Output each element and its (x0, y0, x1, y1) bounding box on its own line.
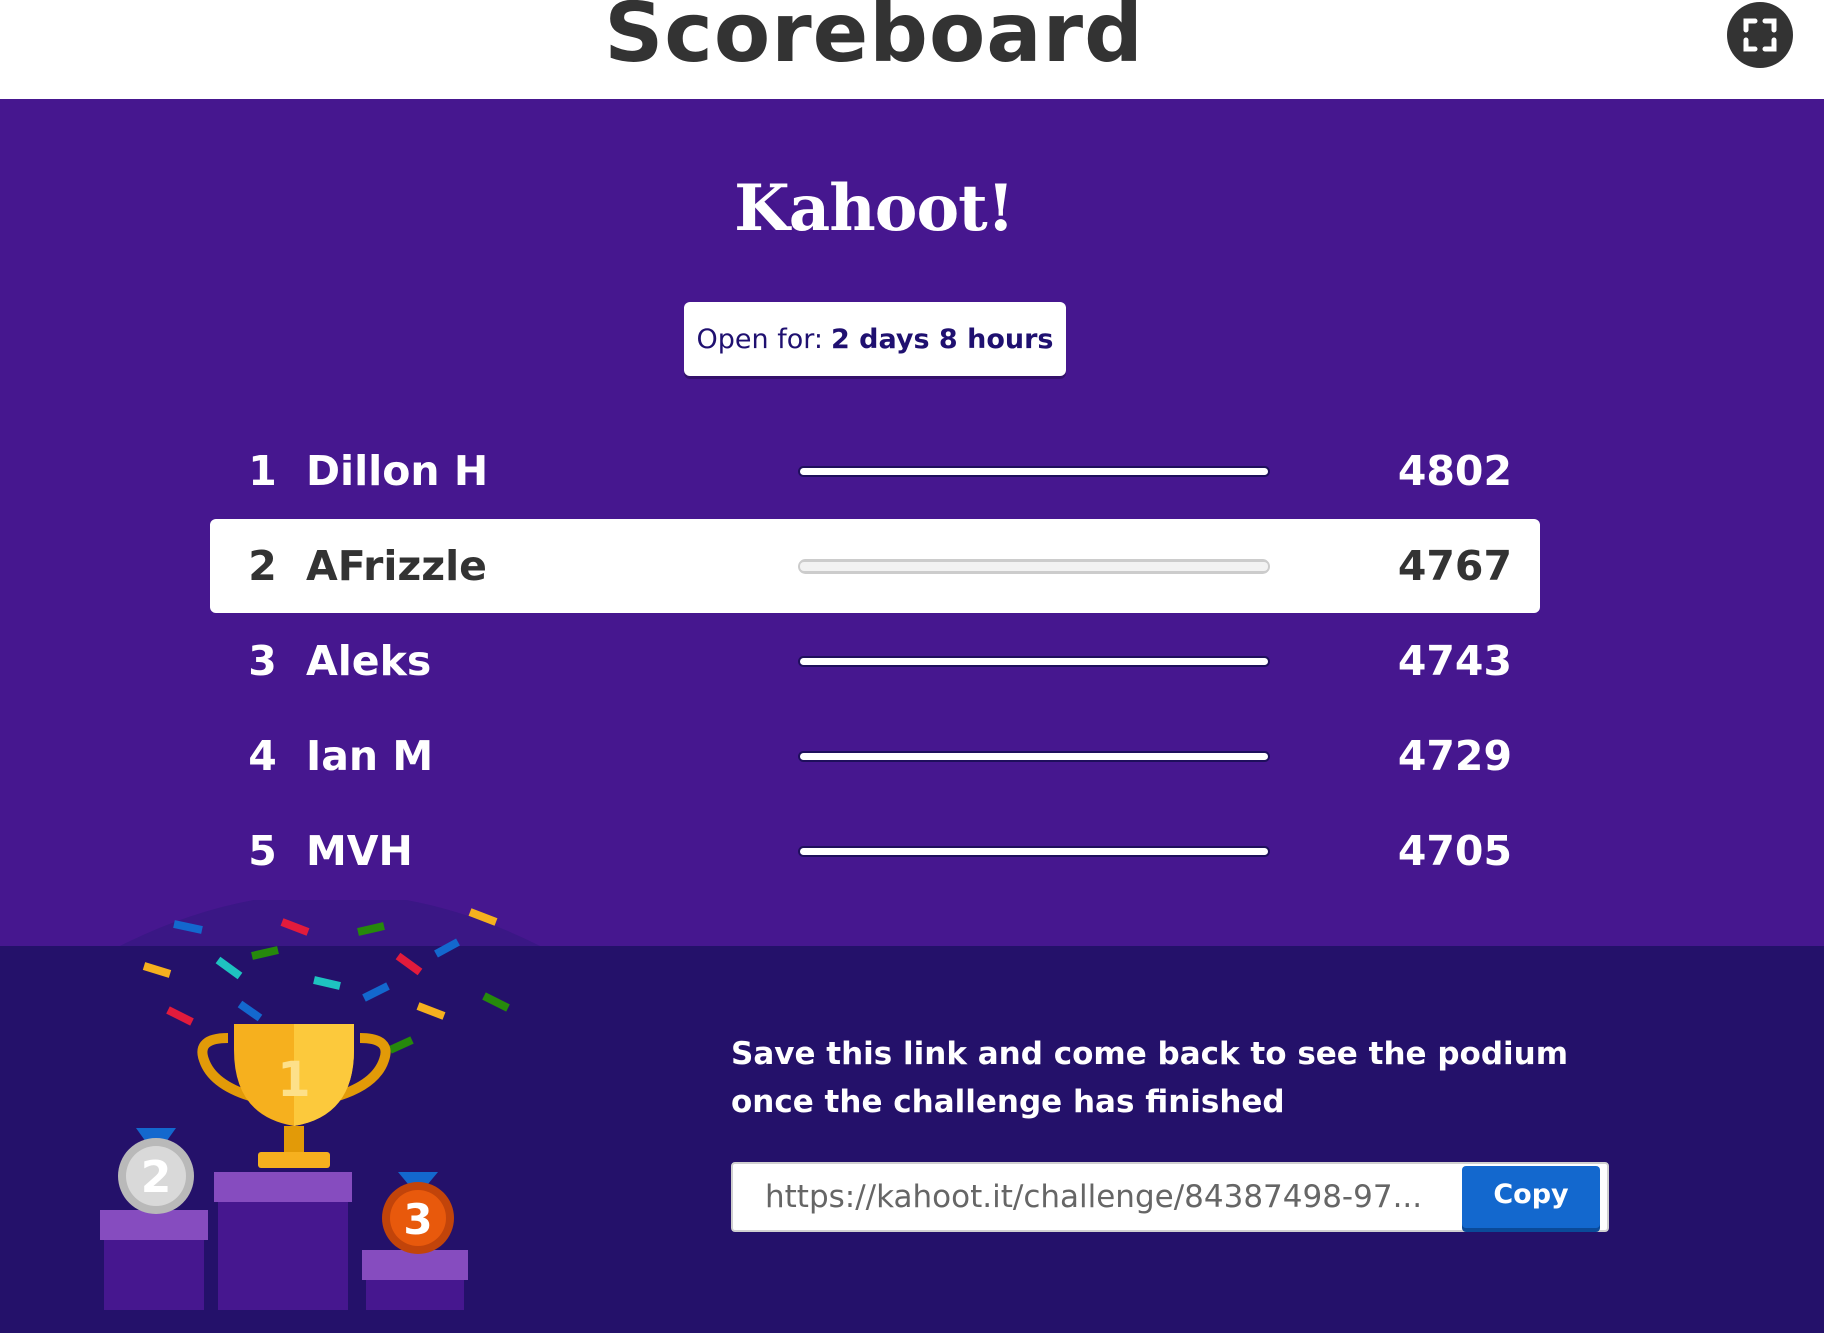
player-rank: 2 (248, 542, 277, 590)
svg-text:3: 3 (403, 1195, 432, 1244)
fullscreen-button[interactable] (1727, 2, 1793, 68)
player-score: 4802 (1397, 447, 1512, 495)
player-rank: 3 (248, 637, 277, 685)
player-name: AFrizzle (306, 542, 487, 590)
bronze-medal-icon: 3 (382, 1172, 454, 1254)
podium-first (214, 1172, 352, 1310)
leaderboard-row: 5 MVH 4705 (210, 804, 1540, 898)
player-name: MVH (306, 827, 413, 875)
trophy-icon: 1 (197, 1024, 391, 1168)
svg-text:1: 1 (277, 1052, 310, 1108)
copy-button[interactable]: Copy (1462, 1166, 1600, 1228)
open-duration-badge: Open for: 2 days 8 hours (684, 302, 1066, 376)
podium-second (100, 1210, 208, 1310)
top-bar: Scoreboard (0, 0, 1824, 99)
score-bar-fill (800, 468, 1268, 475)
player-rank: 1 (248, 447, 277, 495)
svg-text:2: 2 (141, 1152, 172, 1203)
podium-illustration: 1 2 3 (100, 900, 540, 1310)
player-name: Dillon H (306, 447, 489, 495)
leaderboard-row: 1 Dillon H 4802 (210, 424, 1540, 518)
player-score: 4705 (1397, 827, 1512, 875)
leaderboard-row: 2 AFrizzle 4767 (210, 519, 1540, 613)
player-name: Aleks (306, 637, 432, 685)
player-score: 4767 (1397, 542, 1512, 590)
score-bar-fill (800, 562, 1268, 571)
silver-medal-icon: 2 (118, 1128, 194, 1214)
podium-message: Save this link and come back to see the … (731, 1036, 1568, 1120)
score-bar (798, 559, 1270, 574)
podium-third (362, 1250, 468, 1310)
leaderboard-row: 4 Ian M 4729 (210, 709, 1540, 803)
player-rank: 4 (248, 732, 277, 780)
score-bar (798, 466, 1270, 477)
score-bar-fill (800, 658, 1268, 665)
player-name: Ian M (306, 732, 434, 780)
score-bar-fill (800, 848, 1268, 855)
score-bar-fill (800, 753, 1268, 760)
player-score: 4729 (1397, 732, 1512, 780)
player-rank: 5 (248, 827, 277, 875)
score-bar (798, 656, 1270, 667)
player-score: 4743 (1397, 637, 1512, 685)
open-duration-label: Open for: (696, 323, 823, 355)
fullscreen-icon (1743, 18, 1777, 52)
challenge-link-text[interactable]: https://kahoot.it/challenge/84387498-97.… (765, 1164, 1565, 1230)
score-bar (798, 846, 1270, 857)
kahoot-logo: Kahoot! (734, 171, 1015, 246)
open-duration-value: 2 days 8 hours (830, 323, 1054, 355)
page-title: Scoreboard (604, 0, 1144, 81)
score-bar (798, 751, 1270, 762)
leaderboard-row: 3 Aleks 4743 (210, 614, 1540, 708)
